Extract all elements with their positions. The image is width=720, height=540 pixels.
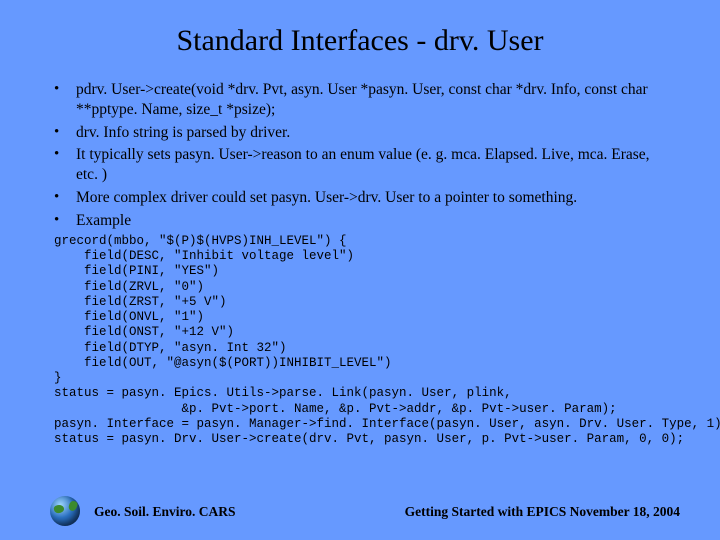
bullet-text: More complex driver could set pasyn. Use…	[76, 189, 577, 206]
slide: Standard Interfaces - drv. User pdrv. Us…	[0, 0, 720, 540]
footer-date: November 18, 2004	[570, 504, 680, 519]
bullet-text: Example	[76, 212, 131, 229]
list-item: Example	[54, 211, 674, 231]
footer: Geo. Soil. Enviro. CARS Getting Started …	[0, 496, 720, 526]
code-block: grecord(mbbo, "$(P)$(HVPS)INH_LEVEL") { …	[54, 234, 680, 448]
list-item: drv. Info string is parsed by driver.	[54, 123, 674, 143]
list-item: pdrv. User->create(void *drv. Pvt, asyn.…	[54, 80, 674, 120]
bullet-text: drv. Info string is parsed by driver.	[76, 124, 290, 141]
bullet-text: pdrv. User->create(void *drv. Pvt, asyn.…	[76, 81, 648, 118]
bullet-list: pdrv. User->create(void *drv. Pvt, asyn.…	[54, 80, 674, 231]
list-item: It typically sets pasyn. User->reason to…	[54, 145, 674, 185]
globe-icon	[50, 496, 80, 526]
footer-right-prefix: Getting Started with EPICS	[405, 504, 570, 519]
bullet-text: It typically sets pasyn. User->reason to…	[76, 146, 650, 183]
list-item: More complex driver could set pasyn. Use…	[54, 188, 674, 208]
footer-right-text: Getting Started with EPICS November 18, …	[405, 504, 680, 520]
footer-left-text: Geo. Soil. Enviro. CARS	[94, 504, 236, 520]
page-title: Standard Interfaces - drv. User	[40, 24, 680, 58]
